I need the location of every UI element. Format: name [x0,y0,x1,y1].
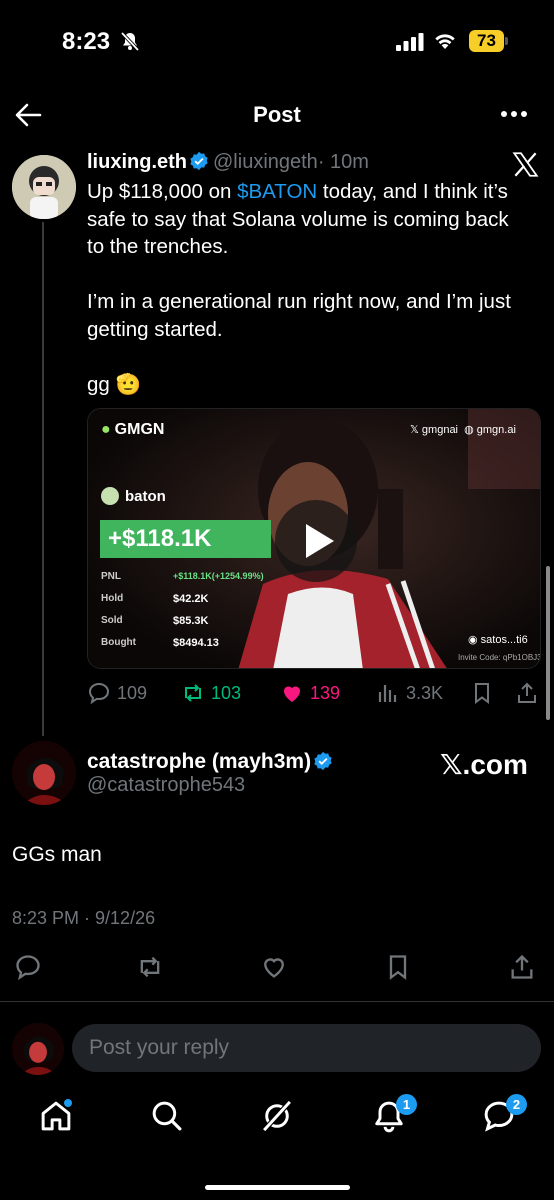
home-indicator [205,1185,350,1190]
bookmark-icon[interactable] [470,680,494,706]
nav-grok[interactable] [259,1098,295,1134]
repost-icon[interactable] [136,953,164,981]
token-icon [101,487,119,505]
reply-icon[interactable] [14,953,42,981]
reply-icon [88,682,110,705]
reply-author-row: catastrophe (mayh3m) [87,750,337,774]
repost-count: 103 [211,682,242,703]
repost-icon [185,684,201,702]
bottom-nav: 1 2 [0,1090,554,1150]
tweet-line: safe to say that Solana volume is coming… [87,207,509,231]
thread-line [42,222,44,736]
reply-timestamp[interactable]: 8:23 PM · 9/12/26 [12,908,155,929]
tweet-line: I’m in a generational run right now, and… [87,290,511,313]
reply-button[interactable]: 109 [87,680,147,706]
x-small-icon: 𝕏 [410,424,422,436]
cashtag-link[interactable]: $BATON [237,180,317,203]
reply-count: 109 [117,682,148,703]
bell-off-icon [120,31,140,52]
reply-text: GGs man [12,843,102,866]
nav-home[interactable] [38,1098,74,1134]
verified-badge-icon [314,751,332,771]
x-logo-icon [512,152,539,177]
post-age: · 10m [317,151,369,173]
globe-icon: ◍ [464,424,477,436]
messages-badge: 2 [506,1094,527,1115]
cellular-signal-icon [396,33,424,51]
user-tag-avatar: ◉ [468,634,481,646]
author-name[interactable]: liuxing.eth [87,151,187,173]
like-count: 139 [310,682,341,703]
views-icon [378,685,397,702]
heart-icon[interactable] [260,953,288,981]
nav-notifications[interactable]: 1 [371,1094,417,1134]
home-unread-dot [64,1099,72,1107]
reply-author-avatar[interactable] [12,741,76,805]
user-tag: ◉ satos...ti6 [468,634,528,646]
author-avatar[interactable] [12,155,76,219]
play-icon [306,524,334,558]
nav-search[interactable] [149,1098,185,1134]
views-button[interactable]: 3.3K [376,680,443,706]
invite-code: Invite Code: qPb1OBJ3 [458,653,541,662]
page-title: Post [253,102,301,127]
heart-filled-icon [284,686,300,702]
status-bar: 8:23 73 [0,0,554,84]
share-icon[interactable] [515,680,539,706]
status-time: 8:23 [62,28,111,55]
reply-input[interactable] [72,1024,541,1072]
grok-icon [262,1100,292,1132]
play-button[interactable] [275,500,357,582]
share-icon[interactable] [508,953,536,981]
verified-badge-icon [190,151,208,171]
reply-author-handle[interactable]: @catastrophe543 [87,774,245,797]
author-handle[interactable]: @liuxingeth [213,151,318,173]
tweet-header: liuxing.eth @liuxingeth· 10m [87,151,369,174]
notifications-badge: 1 [396,1094,417,1115]
video-media[interactable]: ● GMGN 𝕏 gmgnai ◍ gmgn.ai baton +$118.1K … [87,408,541,669]
pnl-stats: PNL +$118.1K(+1254.99%) Hold $42.2K Sold $8… [101,571,264,649]
like-button[interactable]: 139 [280,680,340,706]
tweet-text: Up $118,000 on $BATON today, and I think… [87,178,542,398]
repost-button[interactable]: 103 [181,680,241,706]
nav-messages[interactable]: 2 [481,1094,527,1134]
tweet-actions: 109 103 139 3.3K [87,680,542,706]
token-label: baton [101,487,166,505]
post-header: Post [0,92,554,138]
my-avatar[interactable] [12,1023,64,1075]
bookmark-icon[interactable] [384,953,412,981]
scrollbar[interactable] [546,566,550,720]
view-count: 3.3K [406,682,444,703]
pnl-banner: +$118.1K [100,520,271,558]
x-com-label: 𝕏.com [440,749,528,780]
battery-indicator: 73 [469,30,509,52]
divider [0,1001,554,1002]
tweet-line: Up $118,000 on $BATON today, and I think… [87,180,508,203]
more-options-icon[interactable] [500,110,528,118]
battery-level: 73 [469,30,504,52]
tweet-line: gg 🫡 [87,372,142,396]
tweet-line: to the trenches. [87,235,229,258]
gmgn-social-links: 𝕏 gmgnai ◍ gmgn.ai [410,424,516,436]
reply-author-name[interactable]: catastrophe (mayh3m) [87,750,311,773]
gmgn-logo: ● GMGN [101,421,165,438]
reply-actions [0,953,554,981]
search-icon [152,1101,182,1131]
frog-icon: ● [101,421,111,438]
wifi-icon [435,34,455,49]
tweet-line: getting started. [87,317,223,341]
